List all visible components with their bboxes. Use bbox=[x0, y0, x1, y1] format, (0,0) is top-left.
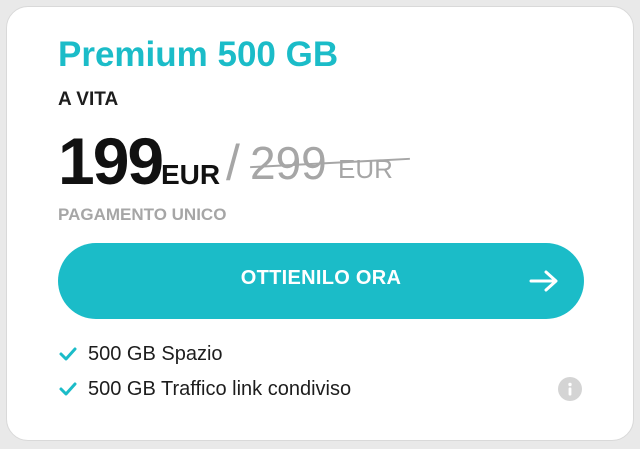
old-price-currency: EUR bbox=[338, 154, 393, 184]
check-icon bbox=[58, 345, 78, 363]
get-it-now-button[interactable]: OTTIENILO ORA bbox=[58, 243, 584, 319]
arrow-right-icon bbox=[529, 269, 559, 293]
plan-duration: A VITA bbox=[58, 89, 119, 110]
plan-card: Premium 500 GB A VITA 199 EUR / 299 EUR … bbox=[6, 6, 634, 441]
info-icon[interactable] bbox=[558, 377, 582, 401]
plan-title: Premium 500 GB bbox=[58, 35, 339, 74]
get-it-now-label: OTTIENILO ORA bbox=[240, 267, 402, 289]
current-price-currency: EUR bbox=[161, 159, 221, 190]
check-icon bbox=[58, 380, 78, 398]
old-price: 299 EUR bbox=[250, 125, 410, 195]
feature-label: 500 GB Traffico link condiviso bbox=[88, 378, 352, 400]
feature-label: 500 GB Spazio bbox=[88, 343, 223, 365]
price-separator: / bbox=[226, 135, 240, 191]
feature-item-storage: 500 GB Spazio bbox=[58, 341, 588, 376]
payment-note: PAGAMENTO UNICO bbox=[58, 205, 227, 224]
current-price: 199 bbox=[58, 124, 164, 198]
feature-item-transfer: 500 GB Traffico link condiviso bbox=[58, 376, 588, 411]
feature-list: 500 GB Spazio 500 GB Traffico link condi… bbox=[58, 341, 588, 411]
